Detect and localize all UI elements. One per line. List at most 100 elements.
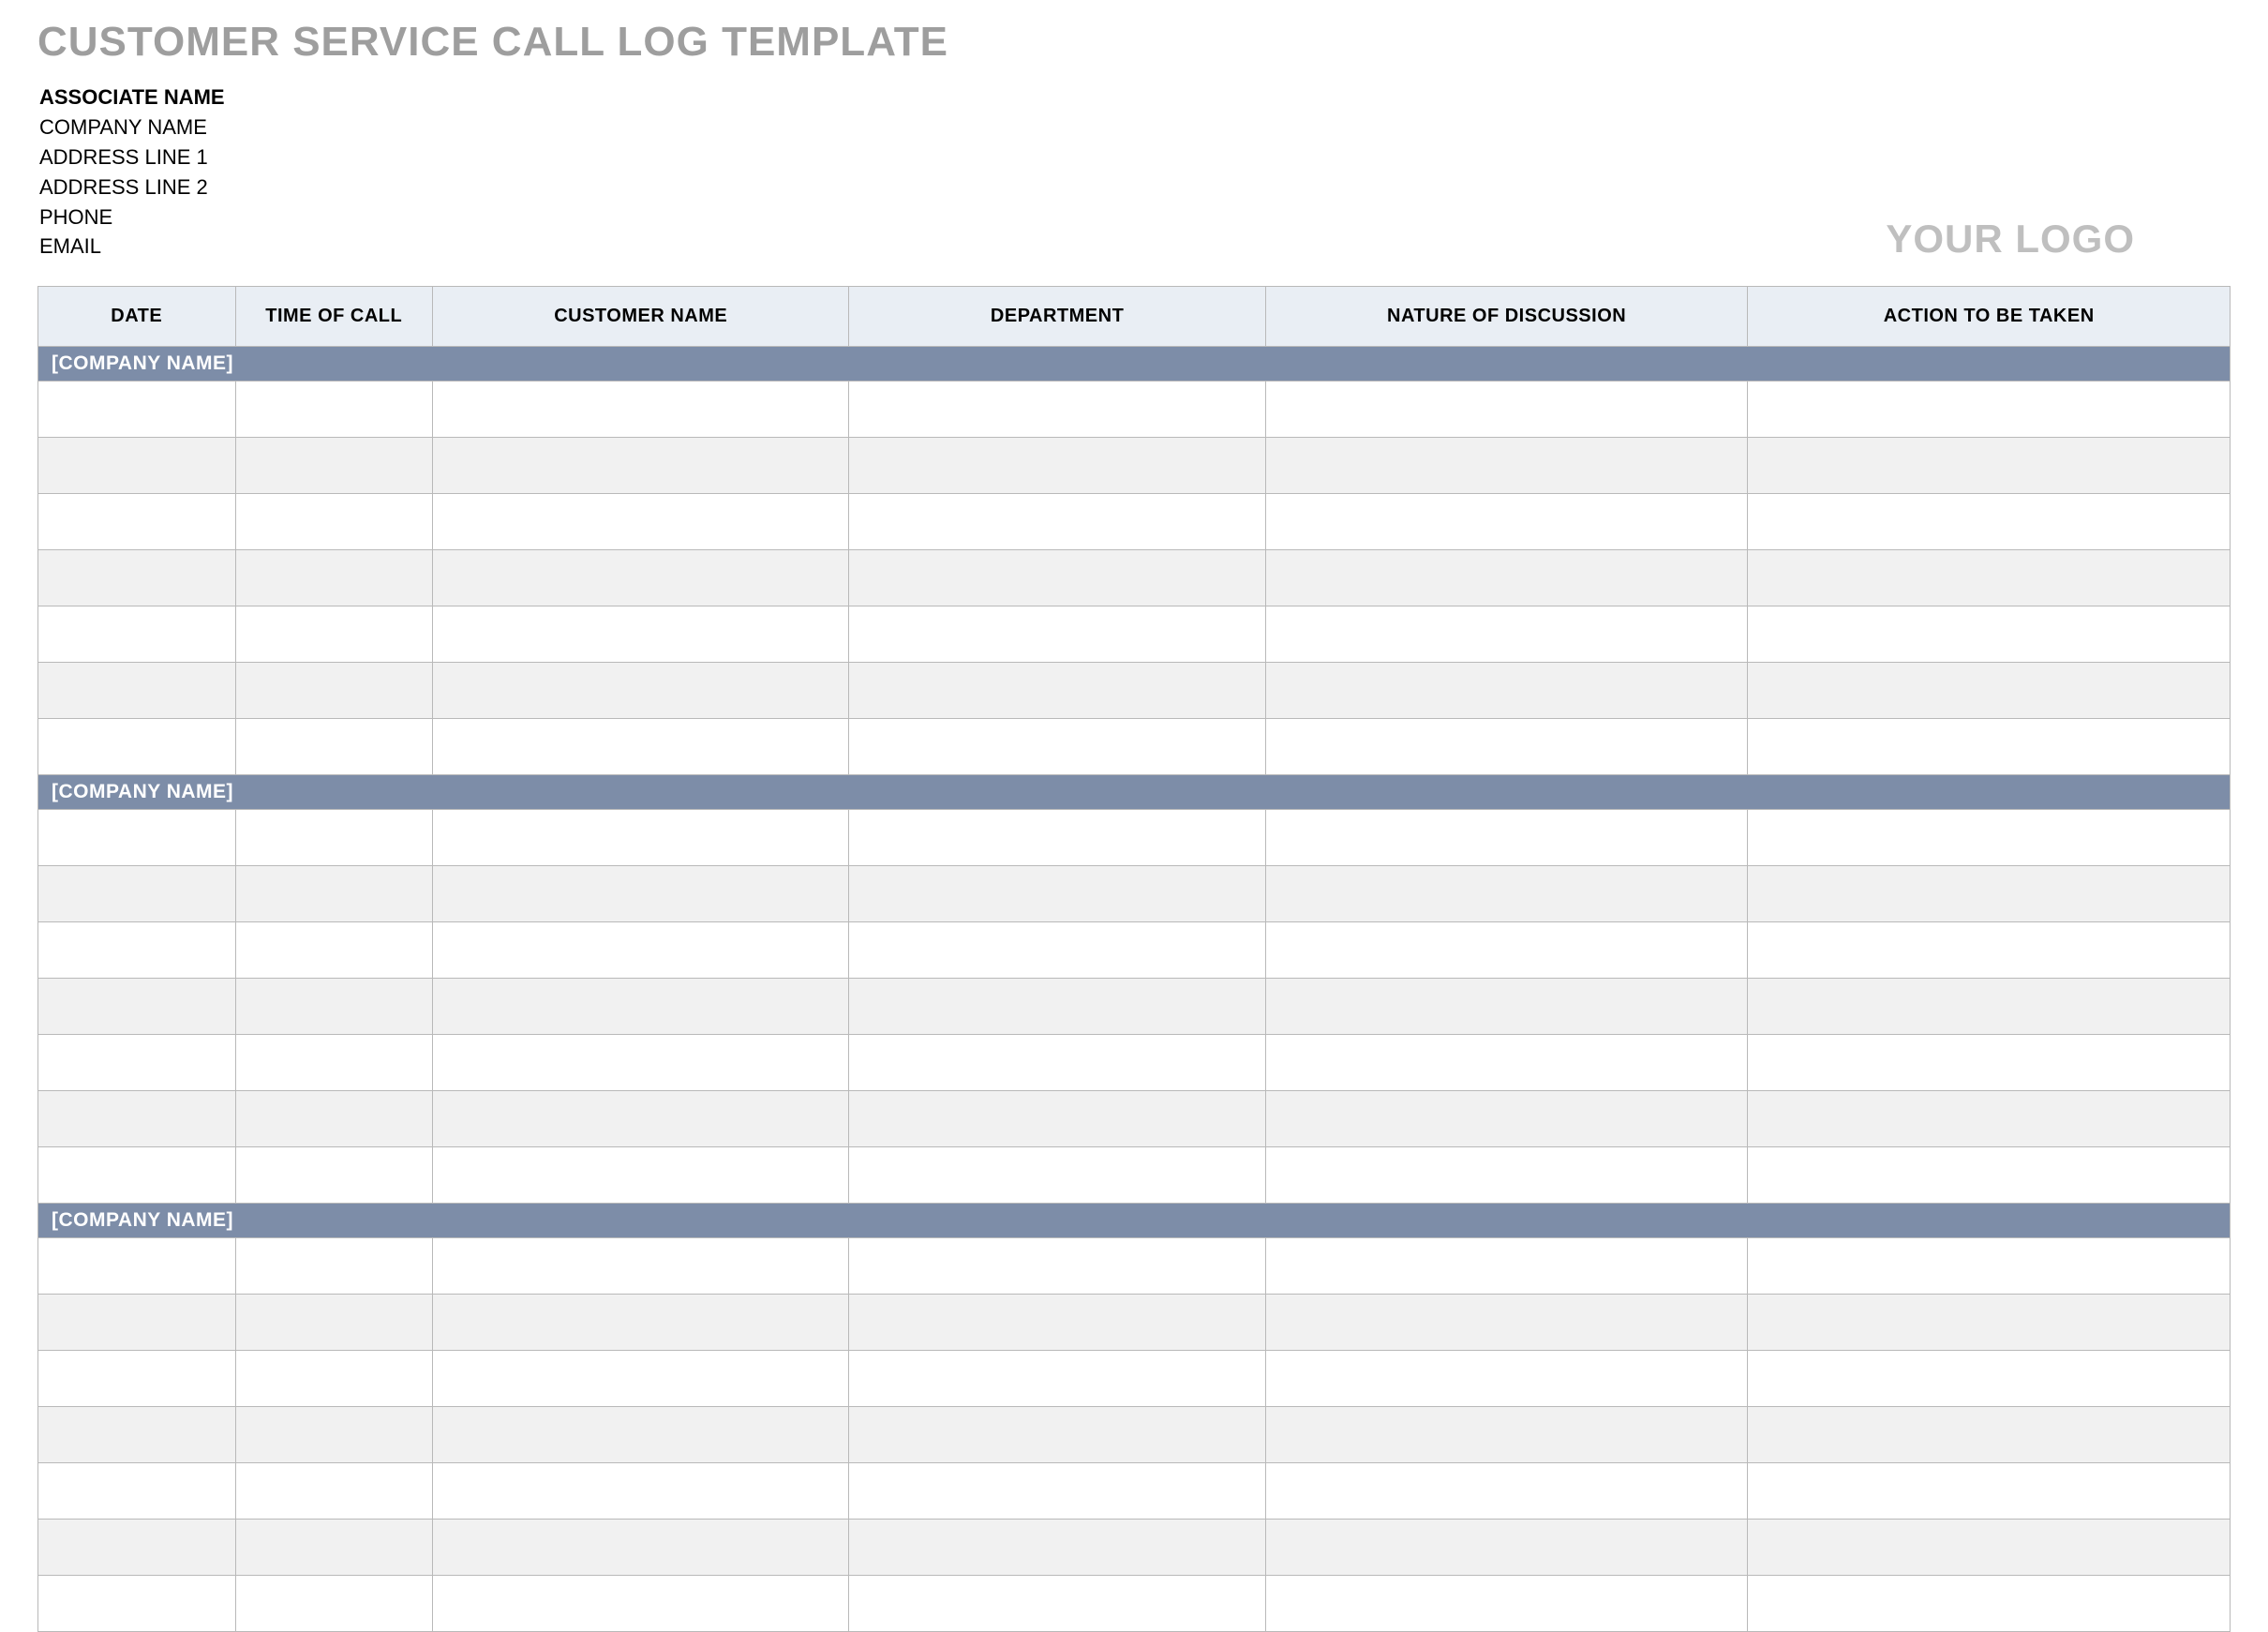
cell-date[interactable]	[38, 1351, 236, 1407]
cell-customer-name[interactable]	[433, 1035, 849, 1091]
cell-customer-name[interactable]	[433, 550, 849, 606]
cell-action[interactable]	[1748, 866, 2231, 922]
cell-customer-name[interactable]	[433, 1463, 849, 1520]
cell-department[interactable]	[849, 382, 1265, 438]
cell-nature[interactable]	[1265, 1520, 1748, 1576]
cell-action[interactable]	[1748, 1351, 2231, 1407]
cell-time[interactable]	[235, 1351, 433, 1407]
cell-customer-name[interactable]	[433, 1295, 849, 1351]
cell-action[interactable]	[1748, 663, 2231, 719]
cell-date[interactable]	[38, 922, 236, 979]
cell-time[interactable]	[235, 1238, 433, 1295]
cell-department[interactable]	[849, 1035, 1265, 1091]
cell-time[interactable]	[235, 810, 433, 866]
cell-time[interactable]	[235, 1576, 433, 1632]
cell-nature[interactable]	[1265, 719, 1748, 775]
cell-date[interactable]	[38, 979, 236, 1035]
cell-date[interactable]	[38, 1091, 236, 1147]
cell-customer-name[interactable]	[433, 922, 849, 979]
cell-customer-name[interactable]	[433, 663, 849, 719]
cell-nature[interactable]	[1265, 1091, 1748, 1147]
cell-action[interactable]	[1748, 719, 2231, 775]
cell-time[interactable]	[235, 1147, 433, 1204]
cell-time[interactable]	[235, 1035, 433, 1091]
cell-date[interactable]	[38, 1238, 236, 1295]
cell-nature[interactable]	[1265, 810, 1748, 866]
cell-date[interactable]	[38, 382, 236, 438]
cell-time[interactable]	[235, 719, 433, 775]
cell-nature[interactable]	[1265, 922, 1748, 979]
cell-date[interactable]	[38, 1035, 236, 1091]
cell-department[interactable]	[849, 1520, 1265, 1576]
cell-department[interactable]	[849, 1351, 1265, 1407]
cell-nature[interactable]	[1265, 494, 1748, 550]
cell-customer-name[interactable]	[433, 606, 849, 663]
cell-action[interactable]	[1748, 1091, 2231, 1147]
cell-nature[interactable]	[1265, 1035, 1748, 1091]
cell-date[interactable]	[38, 550, 236, 606]
cell-nature[interactable]	[1265, 1295, 1748, 1351]
cell-action[interactable]	[1748, 606, 2231, 663]
cell-action[interactable]	[1748, 1520, 2231, 1576]
cell-action[interactable]	[1748, 550, 2231, 606]
cell-action[interactable]	[1748, 438, 2231, 494]
cell-date[interactable]	[38, 1147, 236, 1204]
cell-customer-name[interactable]	[433, 1407, 849, 1463]
cell-customer-name[interactable]	[433, 719, 849, 775]
cell-customer-name[interactable]	[433, 1576, 849, 1632]
cell-date[interactable]	[38, 1520, 236, 1576]
cell-customer-name[interactable]	[433, 494, 849, 550]
cell-department[interactable]	[849, 1238, 1265, 1295]
cell-date[interactable]	[38, 438, 236, 494]
cell-action[interactable]	[1748, 1463, 2231, 1520]
cell-nature[interactable]	[1265, 1576, 1748, 1632]
cell-date[interactable]	[38, 494, 236, 550]
cell-time[interactable]	[235, 1407, 433, 1463]
cell-nature[interactable]	[1265, 1351, 1748, 1407]
cell-date[interactable]	[38, 866, 236, 922]
cell-nature[interactable]	[1265, 606, 1748, 663]
cell-department[interactable]	[849, 719, 1265, 775]
cell-department[interactable]	[849, 1407, 1265, 1463]
cell-nature[interactable]	[1265, 979, 1748, 1035]
cell-nature[interactable]	[1265, 1407, 1748, 1463]
cell-department[interactable]	[849, 1576, 1265, 1632]
cell-department[interactable]	[849, 979, 1265, 1035]
cell-time[interactable]	[235, 382, 433, 438]
cell-action[interactable]	[1748, 494, 2231, 550]
cell-action[interactable]	[1748, 382, 2231, 438]
cell-nature[interactable]	[1265, 438, 1748, 494]
cell-date[interactable]	[38, 810, 236, 866]
cell-department[interactable]	[849, 810, 1265, 866]
cell-action[interactable]	[1748, 1295, 2231, 1351]
cell-date[interactable]	[38, 1407, 236, 1463]
cell-nature[interactable]	[1265, 663, 1748, 719]
cell-time[interactable]	[235, 663, 433, 719]
cell-department[interactable]	[849, 1295, 1265, 1351]
cell-time[interactable]	[235, 494, 433, 550]
cell-time[interactable]	[235, 979, 433, 1035]
cell-customer-name[interactable]	[433, 1147, 849, 1204]
cell-nature[interactable]	[1265, 1147, 1748, 1204]
cell-department[interactable]	[849, 494, 1265, 550]
cell-department[interactable]	[849, 1463, 1265, 1520]
cell-nature[interactable]	[1265, 866, 1748, 922]
cell-time[interactable]	[235, 1091, 433, 1147]
cell-date[interactable]	[38, 663, 236, 719]
cell-nature[interactable]	[1265, 1463, 1748, 1520]
cell-department[interactable]	[849, 663, 1265, 719]
cell-date[interactable]	[38, 1295, 236, 1351]
cell-department[interactable]	[849, 438, 1265, 494]
cell-time[interactable]	[235, 866, 433, 922]
cell-date[interactable]	[38, 606, 236, 663]
cell-department[interactable]	[849, 1091, 1265, 1147]
cell-nature[interactable]	[1265, 550, 1748, 606]
cell-time[interactable]	[235, 550, 433, 606]
cell-customer-name[interactable]	[433, 810, 849, 866]
cell-customer-name[interactable]	[433, 866, 849, 922]
cell-department[interactable]	[849, 550, 1265, 606]
cell-customer-name[interactable]	[433, 1091, 849, 1147]
cell-action[interactable]	[1748, 810, 2231, 866]
cell-time[interactable]	[235, 922, 433, 979]
cell-customer-name[interactable]	[433, 438, 849, 494]
